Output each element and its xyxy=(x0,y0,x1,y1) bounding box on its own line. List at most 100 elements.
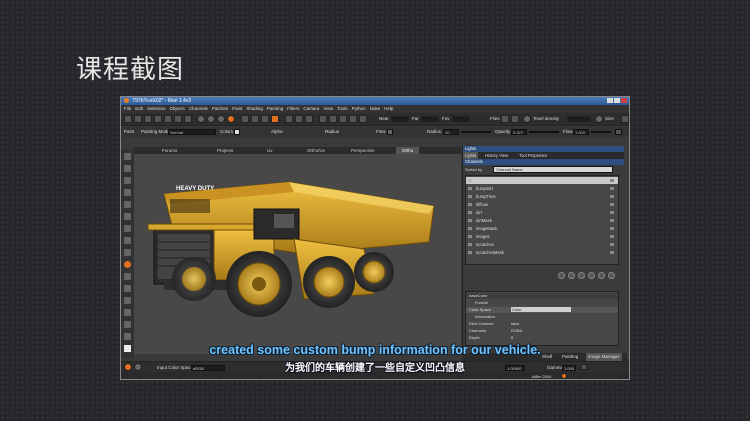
snapshot-icon[interactable] xyxy=(285,115,293,123)
menu-patches[interactable]: Patches xyxy=(212,106,228,111)
paste-icon[interactable] xyxy=(184,115,192,123)
menu-channels[interactable]: Channels xyxy=(189,106,208,111)
flow-toggle[interactable] xyxy=(387,129,393,135)
channel-row-selected[interactable] xyxy=(466,177,618,184)
eye-icon[interactable] xyxy=(468,211,472,214)
add-channel-icon[interactable] xyxy=(558,272,565,279)
shader-icon[interactable] xyxy=(217,115,225,123)
menu-python[interactable]: Python xyxy=(352,106,366,111)
lock-icon[interactable] xyxy=(610,243,614,246)
far-field[interactable] xyxy=(421,116,439,122)
lock-icon[interactable] xyxy=(610,179,614,182)
lock-icon[interactable] xyxy=(610,235,614,238)
wireframe-icon[interactable] xyxy=(339,115,347,123)
maximize-icon[interactable] xyxy=(614,98,620,103)
material-icon[interactable] xyxy=(207,115,215,123)
opacity-slider[interactable] xyxy=(529,131,559,133)
prop-row[interactable]: Information xyxy=(466,314,618,320)
eyedropper-tool-icon[interactable] xyxy=(124,249,131,256)
rotate-tool-icon[interactable] xyxy=(124,177,131,184)
menu-tools[interactable]: Tools xyxy=(337,106,348,111)
slice-tool-icon[interactable] xyxy=(124,333,131,340)
patch-icon[interactable] xyxy=(349,115,357,123)
eye-icon[interactable] xyxy=(468,195,472,198)
radius2-field[interactable]: 10 xyxy=(443,129,459,135)
channel-row[interactable]: dirt xyxy=(466,209,618,216)
drop-tool-icon[interactable] xyxy=(124,213,131,220)
flow2-field[interactable]: 1.000 xyxy=(573,129,589,135)
near-field[interactable] xyxy=(391,116,409,122)
menu-shading[interactable]: Shading xyxy=(246,106,263,111)
light-icon[interactable] xyxy=(251,115,259,123)
tab-perspective[interactable]: Perspective xyxy=(351,147,375,154)
close-icon[interactable] xyxy=(621,98,627,103)
export-channel-icon[interactable] xyxy=(588,272,595,279)
brush-tool-icon[interactable] xyxy=(124,273,131,280)
brush-icon[interactable] xyxy=(271,115,279,123)
color-space-select[interactable]: Color xyxy=(511,307,571,312)
delete-channel-icon[interactable] xyxy=(608,272,615,279)
channel-row[interactable]: bumpTires xyxy=(466,193,618,200)
flies-icon[interactable] xyxy=(501,115,509,123)
grid-icon[interactable] xyxy=(164,115,172,123)
pan-tool-icon[interactable] xyxy=(124,201,131,208)
minimize-icon[interactable] xyxy=(607,98,613,103)
eye-icon[interactable] xyxy=(468,227,472,230)
flow-slider[interactable] xyxy=(591,131,611,133)
tab-uv[interactable]: Uv xyxy=(267,147,273,154)
3d-viewport[interactable]: HEAVY DUTY xyxy=(134,154,461,354)
eye-icon[interactable] xyxy=(468,251,472,254)
tab-projects[interactable]: Projects xyxy=(217,147,233,154)
fill-tool-icon[interactable] xyxy=(124,309,131,316)
eye-icon[interactable] xyxy=(468,235,472,238)
eye-icon[interactable] xyxy=(468,219,472,222)
flies-options-icon[interactable] xyxy=(511,115,519,123)
frame-icon[interactable] xyxy=(329,115,337,123)
eye-icon[interactable] xyxy=(468,187,472,190)
tab-forums[interactable]: Forums xyxy=(162,147,177,154)
import-channel-icon[interactable] xyxy=(598,272,605,279)
smudge-tool-icon[interactable] xyxy=(124,285,131,292)
menu-selection[interactable]: Selection xyxy=(147,106,166,111)
radius-slider[interactable] xyxy=(461,131,491,133)
lock-icon[interactable] xyxy=(610,211,614,214)
menu-painting[interactable]: Painting xyxy=(267,106,283,111)
fov-field[interactable] xyxy=(452,116,470,122)
select-tool-icon[interactable] xyxy=(124,153,131,160)
blur-tool-icon[interactable] xyxy=(124,321,131,328)
undo-icon[interactable] xyxy=(124,115,132,123)
channel-row[interactable]: images xyxy=(466,233,618,240)
copy-icon[interactable] xyxy=(174,115,182,123)
eye-icon[interactable] xyxy=(468,243,472,246)
paint-options-icon[interactable] xyxy=(615,129,622,135)
camera-icon[interactable] xyxy=(241,115,249,123)
menu-file[interactable]: File xyxy=(124,106,131,111)
mask-icon[interactable] xyxy=(359,115,367,123)
eye-icon[interactable] xyxy=(468,203,472,206)
sphere-icon[interactable] xyxy=(197,115,205,123)
menu-camera[interactable]: Camera xyxy=(303,106,319,111)
menu-nuke[interactable]: Nuke xyxy=(370,106,381,111)
open-icon[interactable] xyxy=(154,115,162,123)
lock-icon[interactable] xyxy=(610,195,614,198)
eye-icon[interactable] xyxy=(468,179,472,182)
menu-filters[interactable]: Filters xyxy=(287,106,299,111)
tab-ortho[interactable]: Ortho xyxy=(396,147,420,154)
flatten-channel-icon[interactable] xyxy=(578,272,585,279)
painting-mode-select[interactable]: Normal xyxy=(168,129,216,135)
size-icon[interactable] xyxy=(595,115,603,123)
tab-history-view[interactable]: History View xyxy=(483,152,510,159)
lock-icon[interactable] xyxy=(610,227,614,230)
grid-tool-icon[interactable] xyxy=(124,225,131,232)
channel-row[interactable]: diffuse xyxy=(466,201,618,208)
prop-row[interactable]: Format xyxy=(466,300,618,306)
size-options-icon[interactable] xyxy=(621,115,629,123)
opacity-field[interactable]: 0.327 xyxy=(511,129,527,135)
menu-edit[interactable]: Edit xyxy=(135,106,143,111)
lock-icon[interactable] xyxy=(610,187,614,190)
channel-row[interactable]: bumpDirt xyxy=(466,185,618,192)
menu-help[interactable]: Help xyxy=(384,106,393,111)
tab-tool-properties[interactable]: Tool Properties xyxy=(517,152,549,159)
lock-icon[interactable] xyxy=(610,251,614,254)
tab-lights[interactable]: Lights xyxy=(463,152,479,159)
